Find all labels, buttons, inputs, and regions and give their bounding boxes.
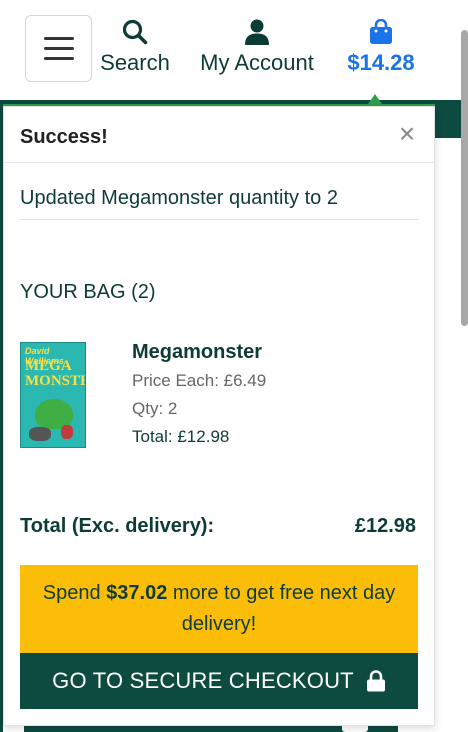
shopping-bag-icon xyxy=(367,18,395,46)
checkout-label: GO TO SECURE CHECKOUT xyxy=(52,668,354,693)
menu-bar xyxy=(43,47,74,50)
book-cover-image[interactable]: David Walliams MEGAMONSTER xyxy=(20,342,86,448)
bag-total-value: £12.98 xyxy=(354,515,416,537)
divider xyxy=(20,219,418,220)
dropdown-caret xyxy=(368,94,382,104)
bag-heading: YOUR BAG (2) xyxy=(20,281,156,303)
bag-dropdown: Success! × Updated Megamonster quantity … xyxy=(3,106,435,726)
close-icon[interactable]: × xyxy=(394,119,420,149)
site-header: Search My Account $14.28 xyxy=(0,0,468,100)
secure-checkout-button[interactable]: GO TO SECURE CHECKOUT xyxy=(20,653,418,709)
alert-title: Success! xyxy=(20,126,108,148)
cover-figure xyxy=(61,425,73,439)
bag-total-label: Total (Exc. delivery): xyxy=(20,515,215,537)
success-alert-header: Success! × xyxy=(4,107,434,163)
bag-total: $14.28 xyxy=(347,50,415,75)
menu-bar xyxy=(43,57,74,60)
menu-button[interactable] xyxy=(25,15,92,82)
item-price-each: Price Each: £6.49 xyxy=(132,371,267,390)
lock-icon xyxy=(366,670,386,692)
cover-figure xyxy=(29,427,51,441)
user-icon xyxy=(243,18,271,46)
cover-title: MEGAMONSTER xyxy=(25,358,85,389)
menu-bar xyxy=(43,37,74,40)
scrollbar[interactable] xyxy=(461,30,468,326)
item-quantity: Qty: 2 xyxy=(132,399,178,418)
search-icon xyxy=(121,18,149,46)
promo-text: Spend $37.02 more to get free next day d… xyxy=(42,582,396,635)
account-nav-link[interactable]: My Account xyxy=(192,18,322,76)
free-delivery-banner: Spend $37.02 more to get free next day d… xyxy=(20,565,418,653)
account-label: My Account xyxy=(200,50,314,75)
item-total: Total: £12.98 xyxy=(132,427,230,446)
bag-nav-link[interactable]: $14.28 xyxy=(340,18,422,76)
item-name-link[interactable]: Megamonster xyxy=(132,341,262,364)
search-nav-link[interactable]: Search xyxy=(98,18,172,76)
promo-amount: $37.02 xyxy=(106,582,168,604)
alert-message: Updated Megamonster quantity to 2 xyxy=(20,187,338,209)
search-label: Search xyxy=(100,50,170,75)
